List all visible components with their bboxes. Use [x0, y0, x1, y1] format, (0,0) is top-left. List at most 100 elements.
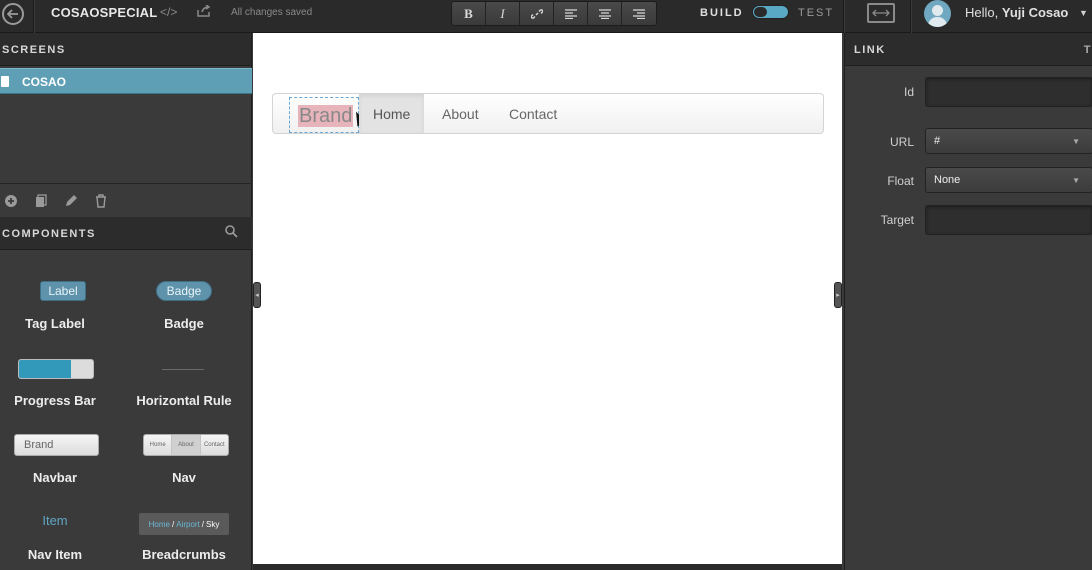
project-title: COSAOSPECIAL: [51, 5, 158, 20]
chevron-down-icon: ▼: [1072, 176, 1080, 185]
target-field[interactable]: [925, 205, 1092, 235]
breadcrumb-separator: /: [201, 519, 205, 529]
duplicate-screen-icon[interactable]: [32, 192, 50, 210]
breadcrumb-preview-item: Airport: [176, 519, 200, 529]
build-mode-label[interactable]: BUILD: [700, 7, 744, 19]
component-badge-preview[interactable]: Badge: [121, 281, 247, 301]
component-breadcrumbs-name[interactable]: Breadcrumbs: [121, 547, 247, 562]
components-panel-title: COMPONENTS: [2, 228, 96, 240]
align-left-button[interactable]: [554, 2, 588, 25]
back-button[interactable]: [2, 3, 24, 25]
align-center-icon: [598, 8, 611, 19]
code-icon[interactable]: </>: [160, 5, 177, 19]
url-value: #: [934, 135, 941, 147]
breadcrumb-preview-item: Sky: [206, 519, 220, 529]
horizontal-arrows-icon: [872, 9, 890, 17]
canvas-footer-strip: [253, 564, 842, 570]
navbar-preview[interactable]: Brand: [14, 434, 99, 456]
progress-bar-preview[interactable]: [18, 359, 94, 379]
user-greeting[interactable]: Hello, Yuji Cosao: [965, 5, 1068, 20]
toolbar-divider: [910, 0, 911, 33]
bold-button[interactable]: B: [452, 2, 486, 25]
component-tag-label-preview[interactable]: Label: [0, 281, 126, 301]
screen-item-cosao[interactable]: COSAO: [0, 68, 252, 94]
component-nav-item-name[interactable]: Nav Item: [0, 547, 118, 562]
resize-canvas-button[interactable]: [867, 3, 895, 23]
nav-link-about[interactable]: About: [428, 94, 493, 133]
float-label: Float: [887, 174, 914, 188]
float-value: None: [934, 174, 961, 186]
save-status: All changes saved: [231, 7, 313, 18]
format-toolbar: B I: [451, 1, 657, 26]
screens-panel-title: SCREENS: [0, 33, 251, 66]
nav-item-preview[interactable]: Item: [0, 513, 110, 528]
component-progress-bar-name[interactable]: Progress Bar: [0, 393, 118, 408]
left-sidebar: SCREENS COSAO COMPONENTS Label Tag Label…: [0, 33, 252, 570]
chevron-down-icon[interactable]: ▼: [1079, 8, 1088, 18]
align-right-button[interactable]: [622, 2, 656, 25]
avatar-body: [928, 17, 947, 27]
page-icon: [1, 76, 9, 87]
design-canvas[interactable]: Brand Home About Contact: [253, 33, 842, 564]
collapse-left-panel-handle[interactable]: ◂: [253, 282, 261, 308]
toggle-knob: [754, 7, 767, 17]
id-field[interactable]: [925, 77, 1092, 107]
nav-link-home[interactable]: Home: [359, 94, 425, 133]
navbar-brand[interactable]: Brand: [298, 105, 354, 127]
component-tag-label-name[interactable]: Tag Label: [0, 316, 118, 331]
nav-preview[interactable]: Home About Contact: [143, 434, 229, 456]
canvas-navbar[interactable]: Brand Home About Contact: [272, 93, 824, 134]
greeting-prefix: Hello,: [965, 5, 999, 20]
id-label: Id: [903, 85, 914, 99]
component-badge-name[interactable]: Badge: [121, 316, 247, 331]
nav-preview-item: Contact: [203, 442, 225, 448]
badge-preview: Badge: [155, 281, 213, 301]
build-test-toggle[interactable]: [752, 5, 789, 19]
align-left-icon: [564, 8, 577, 19]
screen-item-label: COSAO: [22, 75, 67, 89]
delete-screen-icon[interactable]: [92, 192, 110, 210]
collapse-right-panel-handle[interactable]: ▸: [834, 282, 842, 308]
panel-menu-icon[interactable]: T: [1084, 44, 1092, 56]
add-screen-icon[interactable]: [2, 192, 20, 210]
breadcrumbs-preview[interactable]: Home / Airport / Sky: [139, 513, 229, 535]
tag-label-preview: Label: [40, 281, 86, 301]
properties-panel-title: LINK: [854, 44, 886, 56]
align-right-icon: [633, 8, 645, 19]
url-select[interactable]: # ▼: [925, 128, 1092, 154]
toolbar-divider: [843, 0, 844, 33]
brand-selection-box[interactable]: Brand: [289, 97, 367, 133]
link-button[interactable]: [520, 2, 554, 25]
toolbar-divider: [33, 0, 34, 33]
test-mode-label[interactable]: TEST: [798, 7, 834, 19]
italic-button[interactable]: I: [486, 2, 520, 25]
url-label: URL: [889, 135, 914, 149]
progress-bar-fill: [19, 360, 71, 378]
breadcrumb-preview-item: Home: [148, 519, 170, 529]
avatar[interactable]: [924, 0, 951, 27]
nav-link-contact[interactable]: Contact: [495, 94, 571, 133]
link-icon: [530, 8, 543, 19]
edit-screen-icon[interactable]: [62, 192, 80, 210]
avatar-head: [932, 5, 943, 16]
properties-panel: LINK T Id URL # ▼ Float None ▼ Target: [844, 33, 1092, 570]
screens-actions: [0, 183, 252, 217]
chevron-down-icon: ▼: [1072, 137, 1080, 146]
share-icon[interactable]: [197, 4, 211, 20]
breadcrumb-separator: /: [171, 519, 175, 529]
component-navbar-name[interactable]: Navbar: [0, 470, 118, 485]
components-grid: Label Tag Label Badge Badge Progress Bar…: [0, 251, 252, 570]
properties-panel-header: LINK T: [845, 33, 1092, 66]
components-panel-header: COMPONENTS: [0, 217, 252, 250]
user-name: Yuji Cosao: [1001, 5, 1069, 20]
nav-preview-item: About: [172, 435, 201, 455]
float-select[interactable]: None ▼: [925, 167, 1092, 193]
target-label: Target: [880, 213, 914, 227]
search-icon[interactable]: [225, 225, 238, 241]
horizontal-rule-preview[interactable]: [162, 369, 204, 370]
align-center-button[interactable]: [588, 2, 622, 25]
component-nav-name[interactable]: Nav: [121, 470, 247, 485]
nav-preview-item: Home: [144, 435, 173, 455]
component-horizontal-rule-name[interactable]: Horizontal Rule: [121, 393, 247, 408]
arrow-left-icon: [7, 9, 18, 19]
